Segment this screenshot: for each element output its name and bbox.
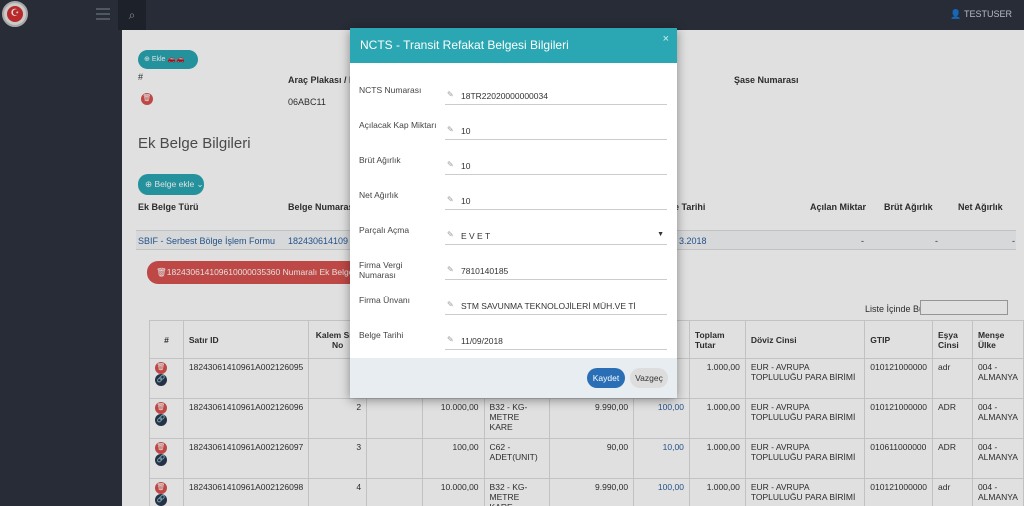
field-value: 10 (461, 161, 471, 171)
field-net-weight: Net Ağırlık ✎ 10 (350, 190, 677, 225)
field-partial-open: Parçalı Açma ✎ E V E T ▼ (350, 225, 677, 260)
edit-icon: ✎ (447, 160, 454, 169)
edit-icon: ✎ (447, 300, 454, 309)
ncts-number-input[interactable]: ✎ 18TR22020000000034 (445, 85, 667, 105)
gross-weight-input[interactable]: ✎ 10 (445, 155, 667, 175)
modal-title: NCTS - Transit Refakat Belgesi Bilgileri (360, 38, 569, 52)
edit-icon: ✎ (447, 195, 454, 204)
field-tax-number: Firma Vergi Numarası ✎ 7810140185 (350, 260, 677, 295)
field-value: 11/09/2018 (461, 336, 503, 346)
ncts-modal: NCTS - Transit Refakat Belgesi Bilgileri… (350, 28, 677, 398)
edit-icon: ✎ (447, 335, 454, 344)
edit-icon: ✎ (447, 265, 454, 274)
field-label: Brüt Ağırlık (359, 155, 401, 165)
field-label: Net Ağırlık (359, 190, 399, 200)
tax-number-input[interactable]: ✎ 7810140185 (445, 260, 667, 280)
field-value: 18TR22020000000034 (461, 91, 548, 101)
edit-icon: ✎ (447, 125, 454, 134)
field-value: 10 (461, 126, 471, 136)
field-label: Firma Ünvanı (359, 295, 411, 305)
field-value: STM SAVUNMA TEKNOLOJİLERİ MÜH.VE Tİ (461, 301, 636, 311)
field-package-count: Açılacak Kap Miktarı ✎ 10 (350, 120, 677, 155)
close-icon[interactable]: × (663, 33, 669, 45)
edit-icon: ✎ (447, 90, 454, 99)
field-label: NCTS Numarası (359, 85, 422, 95)
field-label: Belge Tarihi (359, 330, 404, 340)
field-gross-weight: Brüt Ağırlık ✎ 10 (350, 155, 677, 190)
field-value: 10 (461, 196, 471, 206)
field-label: Firma Vergi Numarası (359, 260, 403, 280)
doc-date-input[interactable]: ✎ 11/09/2018 (445, 330, 667, 350)
field-label: Açılacak Kap Miktarı (359, 120, 437, 130)
modal-header: NCTS - Transit Refakat Belgesi Bilgileri… (350, 28, 677, 63)
save-button[interactable]: Kaydet (587, 368, 625, 388)
field-value: 7810140185 (461, 266, 509, 276)
edit-icon: ✎ (447, 230, 454, 239)
cancel-button[interactable]: Vazgeç (630, 368, 668, 388)
package-count-input[interactable]: ✎ 10 (445, 120, 667, 140)
field-value: E V E T (461, 231, 491, 241)
modal-footer: Kaydet Vazgeç (350, 358, 677, 398)
field-company-title: Firma Ünvanı ✎ STM SAVUNMA TEKNOLOJİLERİ … (350, 295, 677, 330)
field-ncts-number: NCTS Numarası ✎ 18TR22020000000034 (350, 85, 677, 120)
field-label: Parçalı Açma (359, 225, 410, 235)
partial-open-select[interactable]: ✎ E V E T ▼ (445, 225, 667, 245)
company-title-input[interactable]: ✎ STM SAVUNMA TEKNOLOJİLERİ MÜH.VE Tİ (445, 295, 667, 315)
caret-down-icon: ▼ (657, 231, 664, 238)
net-weight-input[interactable]: ✎ 10 (445, 190, 667, 210)
